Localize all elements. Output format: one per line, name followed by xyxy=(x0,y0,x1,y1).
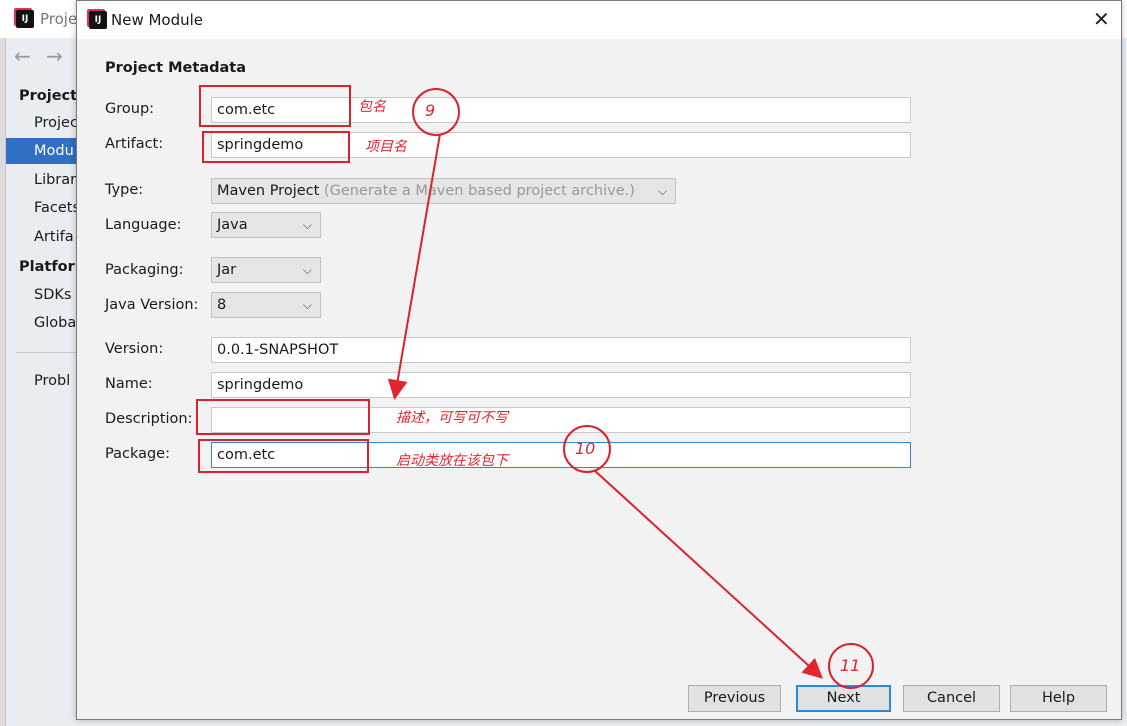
arrow-9-to-description xyxy=(387,133,441,400)
highlight-box-description xyxy=(196,399,370,435)
step-number-10: 10 xyxy=(575,439,596,458)
highlight-box-package xyxy=(198,439,369,473)
annotation-group-note: 包名 xyxy=(358,99,386,115)
step-circle-9 xyxy=(412,88,460,136)
annotation-artifact-note: 项目名 xyxy=(365,139,407,155)
highlight-box-group xyxy=(199,85,351,127)
annotation-overlay xyxy=(196,85,874,689)
step-number-11: 11 xyxy=(840,656,861,675)
arrow-10-to-next xyxy=(593,469,823,679)
annotation-package-note: 启动类放在该包下 xyxy=(396,453,508,469)
step-number-9: 9 xyxy=(425,101,436,120)
highlight-box-artifact xyxy=(202,131,350,163)
annotation-description-note: 描述，可写可不写 xyxy=(396,410,508,426)
